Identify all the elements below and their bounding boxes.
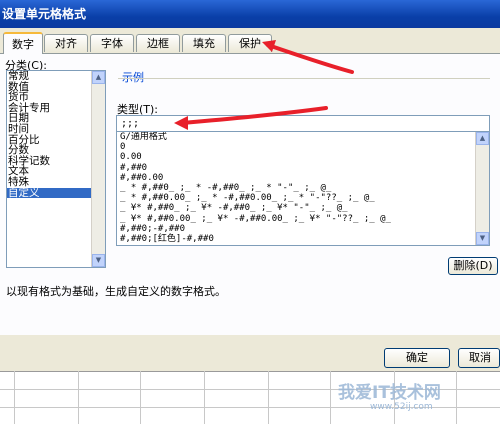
grid-line: [0, 371, 500, 372]
tab-protection[interactable]: 保护: [228, 34, 272, 52]
grid-line: [140, 371, 141, 424]
format-item[interactable]: _ * #,##0_ ;_ * -#,##0_ ;_ * "-"_ ;_ @_: [117, 183, 489, 193]
scroll-up-icon[interactable]: ▲: [476, 132, 489, 145]
tab-protection-label: 保护: [239, 37, 261, 50]
cancel-button[interactable]: 取消: [458, 348, 500, 368]
format-item[interactable]: G/通用格式: [117, 132, 489, 142]
cancel-button-label: 取消: [469, 351, 491, 364]
format-item[interactable]: _ ¥* #,##0.00_ ;_ ¥* -#,##0.00_ ;_ ¥* "-…: [117, 214, 489, 224]
grid-line: [14, 371, 15, 424]
tab-border-label: 边框: [147, 37, 169, 50]
tab-font-label: 字体: [101, 37, 123, 50]
scroll-down-icon[interactable]: ▼: [92, 254, 105, 267]
format-list[interactable]: G/通用格式 0 0.00 #,##0 #,##0.00 _ * #,##0_ …: [116, 131, 490, 246]
hint-text: 以现有格式为基础，生成自定义的数字格式。: [6, 285, 226, 298]
grid-line: [330, 371, 331, 424]
watermark-text: 我爱IT技术网: [338, 383, 441, 403]
delete-button-label: 删除(D): [453, 259, 493, 272]
tab-alignment[interactable]: 对齐: [44, 34, 88, 52]
delete-button[interactable]: 删除(D): [448, 257, 498, 275]
format-item[interactable]: 0.00: [117, 152, 489, 162]
category-list[interactable]: 常规 数值 货币 会计专用 日期 时间 百分比 分数 科学记数 文本 特殊 自定…: [6, 70, 106, 268]
grid-line: [78, 371, 79, 424]
format-item[interactable]: _ * #,##0.00_ ;_ * -#,##0.00_ ;_ * "-"??…: [117, 193, 489, 203]
grid-line: [268, 371, 269, 424]
dialog-title: 设置单元格格式: [2, 7, 87, 21]
format-item[interactable]: #,##0: [117, 163, 489, 173]
tab-font[interactable]: 字体: [90, 34, 134, 52]
format-item[interactable]: #,##0;-#,##0: [117, 224, 489, 234]
ok-button[interactable]: 确定: [384, 348, 450, 368]
category-scrollbar[interactable]: ▲ ▼: [91, 71, 105, 267]
dialog-title-bar[interactable]: 设置单元格格式: [0, 0, 500, 28]
format-item[interactable]: 0: [117, 142, 489, 152]
tab-fill[interactable]: 填充: [182, 34, 226, 52]
type-input[interactable]: ;;;: [116, 115, 490, 132]
grid-line: [456, 371, 457, 424]
format-item[interactable]: _ ¥* #,##0_ ;_ ¥* -#,##0_ ;_ ¥* "-"_ ;_ …: [117, 203, 489, 213]
tab-border[interactable]: 边框: [136, 34, 180, 52]
tab-number-label: 数字: [12, 38, 34, 51]
tab-fill-label: 填充: [193, 37, 215, 50]
grid-line: [204, 371, 205, 424]
ok-button-label: 确定: [406, 351, 428, 364]
format-item[interactable]: #,##0.00: [117, 173, 489, 183]
sample-group: [118, 78, 490, 99]
format-item[interactable]: #,##0;[红色]-#,##0: [117, 234, 489, 244]
format-scrollbar[interactable]: ▲ ▼: [475, 132, 489, 245]
scroll-up-icon[interactable]: ▲: [92, 71, 105, 84]
tab-alignment-label: 对齐: [55, 37, 77, 50]
scroll-down-icon[interactable]: ▼: [476, 232, 489, 245]
watermark-url: www.52ij.com: [370, 402, 433, 412]
tab-number[interactable]: 数字: [3, 32, 43, 54]
